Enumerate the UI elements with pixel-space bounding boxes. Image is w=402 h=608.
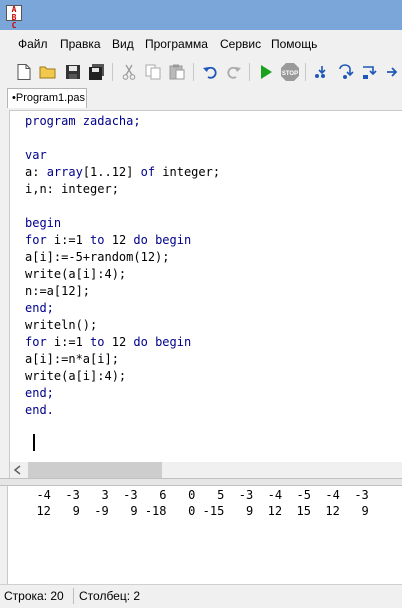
code-keyword: end; [25,386,54,400]
menu-program[interactable]: Программа [145,37,208,51]
toolbar: STOP [0,58,402,87]
code-keyword: to [90,233,105,247]
code-keyword: end. [25,403,54,417]
code-line[interactable]: begin [25,215,220,232]
code-line[interactable]: i,n: integer; [25,181,220,198]
code-keyword: end; [25,301,54,315]
code-line[interactable]: a[i]:=n*a[i]; [25,351,220,368]
new-file-icon[interactable] [14,62,34,82]
app-icon-text-top: A B [11,5,17,22]
code-text: a[i]:=-5+random(12); [25,250,170,264]
code-text: [1..12] [82,165,141,179]
code-text: write(a[i]:4); [25,369,127,383]
output-pane[interactable]: -4 -3 3 -3 6 0 5 -3 -4 -5 -4 -3 12 9 -9 … [7,486,402,584]
code-keyword: for [25,335,47,349]
code-text: 12 [104,233,134,247]
step-into-icon[interactable] [312,62,332,82]
toolbar-separator [112,63,113,81]
toolbar-separator [193,63,194,81]
code-line[interactable]: a[i]:=-5+random(12); [25,249,220,266]
code-line[interactable]: for i:=1 to 12 do begin [25,232,220,249]
code-line[interactable]: writeln(); [25,317,220,334]
next-icon[interactable] [382,62,402,82]
code-keyword: to [90,335,105,349]
code-text: i,n: integer; [25,182,119,196]
code-line[interactable]: write(a[i]:4); [25,368,220,385]
code-keyword: of [140,165,156,179]
code-text: n:=a[12]; [25,284,91,298]
app-icon-text-bottom: C [11,21,17,30]
toolbar-separator [305,63,306,81]
code-line[interactable]: end; [25,385,220,402]
save-icon[interactable] [63,62,83,82]
toolbar-separator [249,63,250,81]
code-text: i:=1 [46,233,91,247]
code-text: writeln(); [25,318,98,332]
code-line[interactable]: end; [25,300,220,317]
menu-service[interactable]: Сервис [220,37,261,51]
save-all-icon[interactable] [87,62,107,82]
menu-help[interactable]: Помощь [271,37,317,51]
code-area[interactable]: program zadacha; var a: array[1..12] of i… [25,113,220,419]
output-line: 12 9 -9 9 -18 0 -15 9 12 15 12 9 [22,504,369,518]
code-line[interactable]: for i:=1 to 12 do begin [25,334,220,351]
text-caret [33,434,35,451]
status-row: Строка: 20 [4,589,64,603]
code-keyword: begin [25,216,62,230]
code-keyword: program zadacha; [25,114,141,128]
stop-icon-label: STOP [282,71,298,77]
open-folder-icon[interactable] [38,62,58,82]
code-keyword: array [46,165,83,179]
code-text: 12 [104,335,134,349]
code-line[interactable]: var [25,147,220,164]
pane-splitter[interactable] [0,478,402,486]
code-line[interactable]: write(a[i]:4); [25,266,220,283]
horizontal-scrollbar[interactable] [10,462,402,478]
menu-file[interactable]: Файл [18,37,48,51]
step-out-icon[interactable] [360,62,380,82]
redo-icon[interactable] [224,62,244,82]
undo-icon[interactable] [200,62,220,82]
run-icon[interactable] [256,62,276,82]
code-keyword: do begin [133,335,192,349]
app-icon[interactable]: A B C [6,5,22,30]
code-line[interactable]: n:=a[12]; [25,283,220,300]
title-bar: A B C [0,0,402,30]
code-line[interactable]: program zadacha; [25,113,220,130]
output-line: -4 -3 3 -3 6 0 5 -3 -4 -5 -4 -3 [22,488,369,502]
paste-icon[interactable] [167,62,187,82]
step-over-icon[interactable] [336,62,356,82]
code-keyword: for [25,233,47,247]
code-text: a[i]:=n*a[i]; [25,352,119,366]
code-keyword: do begin [133,233,192,247]
menu-view[interactable]: Вид [112,37,134,51]
code-text: write(a[i]:4); [25,267,127,281]
code-line[interactable] [25,130,220,147]
code-line[interactable]: end. [25,402,220,419]
code-text: integer; [155,165,221,179]
cut-icon[interactable] [119,62,139,82]
code-text: a: [25,165,47,179]
code-text: i:=1 [46,335,91,349]
code-line[interactable] [25,198,220,215]
code-keyword: var [25,148,47,162]
tab-program1[interactable]: •Program1.pas [7,88,87,108]
scroll-left-icon[interactable] [13,465,23,475]
tab-bar: •Program1.pas [0,86,402,110]
stop-icon[interactable]: STOP [280,62,300,82]
editor-gutter [10,111,24,461]
copy-icon[interactable] [143,62,163,82]
status-bar: Строка: 20 Столбец: 2 [0,584,402,608]
code-editor[interactable]: program zadacha; var a: array[1..12] of i… [9,110,402,478]
menu-bar: Файл Правка Вид Программа Сервис Помощь [0,30,402,58]
status-column: Столбец: 2 [79,589,141,603]
code-line[interactable]: a: array[1..12] of integer; [25,164,220,181]
menu-edit[interactable]: Правка [60,37,101,51]
status-separator [73,588,74,604]
scrollbar-thumb[interactable] [28,462,162,478]
